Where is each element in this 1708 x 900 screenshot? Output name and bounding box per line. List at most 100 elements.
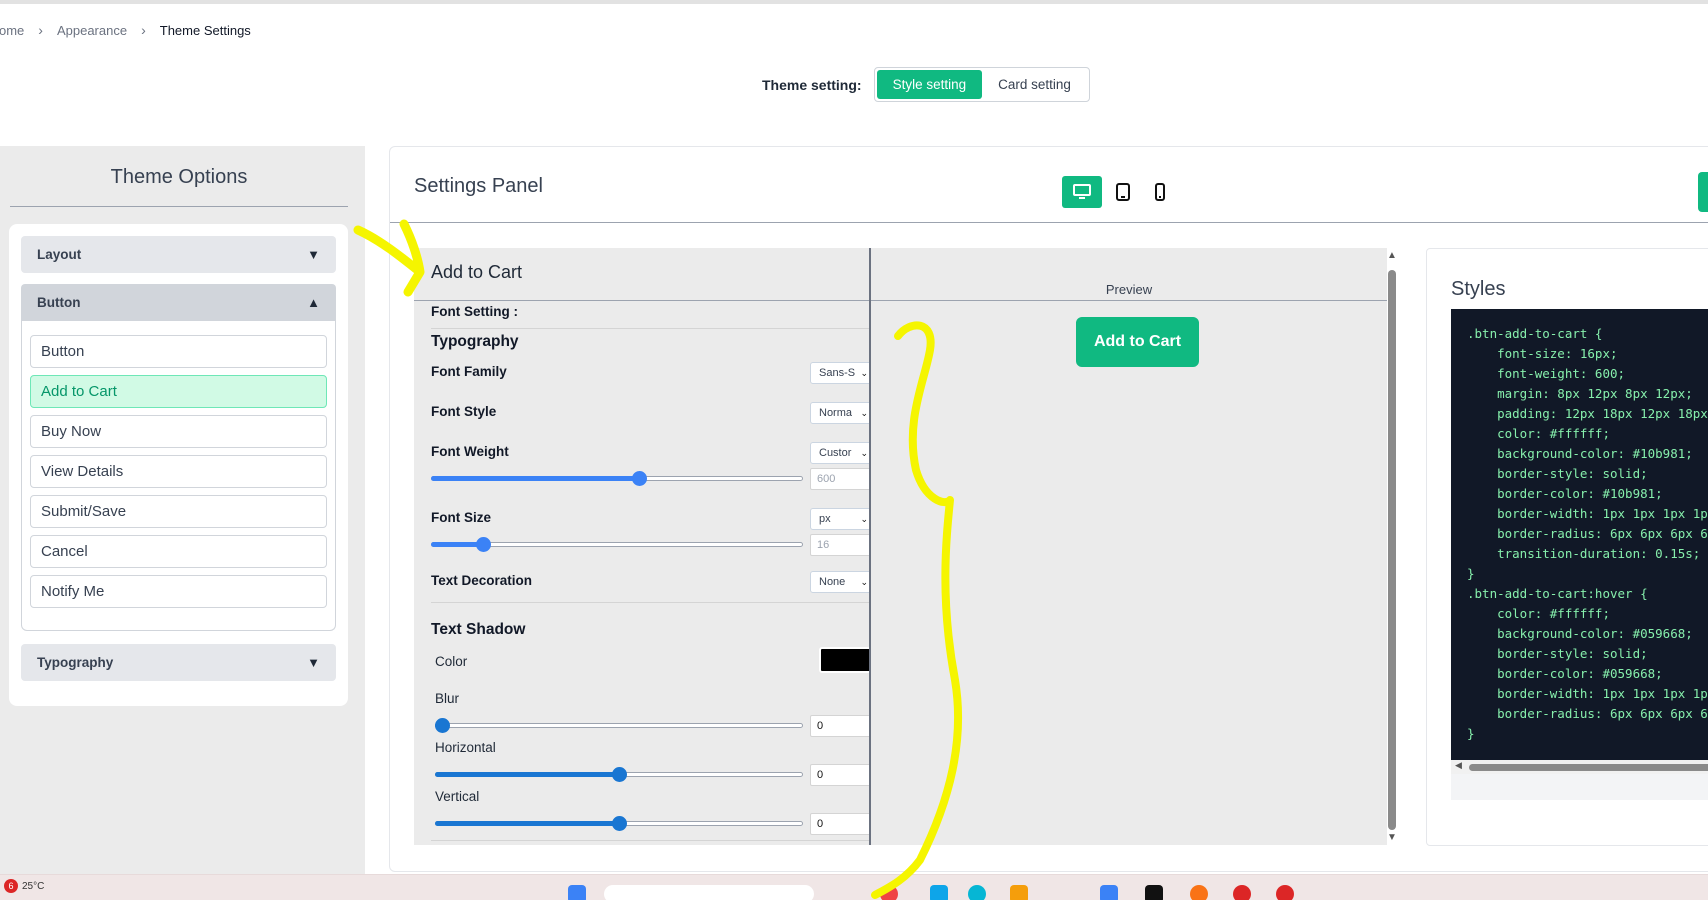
font-family-value: Sans-S — [819, 367, 856, 379]
list-item-buy-now[interactable]: Buy Now — [30, 415, 327, 448]
button-list: Button Add to Cart Buy Now View Details … — [21, 321, 336, 631]
weather-widget[interactable]: 6 25°C — [4, 879, 44, 893]
save-button-edge[interactable] — [1698, 172, 1708, 212]
breadcrumb: ome › Appearance › Theme Settings — [0, 20, 251, 40]
font-weight-input[interactable]: 600 — [810, 468, 869, 490]
app-icon[interactable] — [968, 885, 986, 900]
font-size-unit-select[interactable]: px ⌄ — [810, 508, 869, 530]
preview-label: Preview — [1105, 282, 1153, 297]
horizontal-input[interactable]: 0 — [810, 764, 869, 786]
list-item-add-to-cart[interactable]: Add to Cart — [30, 375, 327, 408]
font-size-input[interactable]: 16 — [810, 534, 869, 556]
app-icon[interactable] — [930, 885, 948, 900]
button-editor: Add to Cart Font Setting : Typography Fo… — [414, 248, 869, 845]
temperature-text: 25°C — [22, 880, 45, 892]
divider — [431, 602, 869, 603]
accordion-typography[interactable]: Typography ▼ — [21, 644, 336, 681]
accordion-label: Typography — [37, 655, 114, 670]
font-size-label: Font Size — [431, 510, 491, 525]
text-decoration-label: Text Decoration — [431, 573, 533, 588]
mobile-icon — [1155, 183, 1165, 201]
app-icon[interactable] — [1233, 885, 1251, 900]
vertical-input[interactable]: 0 — [810, 813, 869, 835]
slider-thumb[interactable] — [435, 718, 450, 733]
chevron-right-icon: › — [38, 22, 43, 38]
scrollbar-thumb[interactable] — [1388, 270, 1396, 830]
accordion-button[interactable]: Button ▲ — [21, 284, 336, 321]
text-decoration-value: None — [819, 576, 846, 588]
list-item-view-details[interactable]: View Details — [30, 455, 327, 488]
tablet-icon — [1116, 183, 1130, 201]
vertical-scrollbar[interactable]: ▲ ▼ — [1384, 250, 1400, 845]
desktop-view-button[interactable] — [1062, 176, 1102, 208]
font-weight-value: Custor — [819, 447, 852, 459]
shadow-color-label: Color — [435, 654, 468, 669]
caret-up-icon: ▲ — [307, 295, 320, 310]
caret-down-icon: ▼ — [307, 655, 320, 670]
blur-input[interactable]: 0 — [810, 715, 869, 737]
chevron-down-icon: ⌄ — [860, 408, 868, 418]
theme-options-accordion: Layout ▼ Button ▲ Button Add to Cart Buy… — [9, 224, 348, 706]
breadcrumb-home[interactable]: ome — [0, 23, 24, 38]
css-code-block: .btn-add-to-cart { font-size: 16px; font… — [1451, 309, 1708, 760]
divider — [431, 840, 869, 841]
app-icon[interactable] — [1276, 885, 1294, 900]
theme-setting-label: Theme setting: — [762, 76, 862, 93]
accordion-layout[interactable]: Layout ▼ — [21, 236, 336, 273]
vertical-slider[interactable] — [435, 815, 803, 831]
app-icon[interactable] — [880, 885, 898, 900]
list-item-button[interactable]: Button — [30, 335, 327, 368]
font-weight-select[interactable]: Custor ⌄ — [810, 442, 869, 464]
style-setting-tab[interactable]: Style setting — [876, 70, 983, 99]
font-style-select[interactable]: Norma ⌄ — [810, 402, 869, 424]
font-size-unit: px — [819, 513, 831, 525]
slider-thumb[interactable] — [476, 537, 492, 552]
scroll-up-icon[interactable]: ▲ — [1387, 250, 1397, 261]
slider-fill — [431, 476, 640, 481]
list-item-notify-me[interactable]: Notify Me — [30, 575, 327, 608]
font-family-select[interactable]: Sans-S ⌄ — [810, 362, 869, 384]
app-icon[interactable] — [1190, 885, 1208, 900]
calendar-icon[interactable] — [1100, 885, 1118, 900]
slider-thumb[interactable] — [612, 816, 627, 831]
theme-setting-toggle: Style setting Card setting — [873, 67, 1090, 102]
app-icon[interactable] — [1145, 885, 1163, 900]
blur-label: Blur — [435, 691, 460, 706]
mobile-view-button[interactable] — [1140, 176, 1180, 208]
tablet-view-button[interactable] — [1103, 176, 1143, 208]
card-setting-tab[interactable]: Card setting — [982, 70, 1087, 99]
font-setting-label: Font Setting : — [431, 304, 518, 319]
windows-start-icon[interactable] — [568, 885, 586, 900]
chevron-down-icon: ⌄ — [860, 577, 868, 587]
font-size-slider[interactable] — [431, 536, 803, 552]
editor-title: Add to Cart — [431, 262, 523, 282]
breadcrumb-appearance[interactable]: Appearance — [57, 23, 127, 38]
folder-icon[interactable] — [1010, 885, 1028, 900]
typography-heading: Typography — [431, 333, 519, 350]
font-weight-slider[interactable] — [431, 470, 803, 486]
slider-thumb[interactable] — [612, 767, 627, 782]
scroll-down-icon[interactable]: ▼ — [1387, 832, 1397, 843]
breadcrumb-current: Theme Settings — [159, 22, 251, 38]
theme-options-title: Theme Options — [110, 166, 248, 188]
blur-slider[interactable] — [435, 717, 803, 733]
horizontal-slider[interactable] — [435, 766, 803, 782]
shadow-color-picker[interactable] — [819, 647, 869, 673]
list-item-submit-save[interactable]: Submit/Save — [30, 495, 327, 528]
add-to-cart-preview-button[interactable]: Add to Cart — [1076, 317, 1199, 367]
list-item-cancel[interactable]: Cancel — [30, 535, 327, 568]
accordion-label: Button — [37, 295, 81, 310]
text-decoration-select[interactable]: None ⌄ — [810, 571, 869, 593]
search-bar[interactable] — [604, 885, 814, 900]
styles-footer — [1451, 774, 1708, 800]
styles-title: Styles — [1451, 278, 1506, 300]
font-style-value: Norma — [819, 407, 853, 419]
text-shadow-heading: Text Shadow — [431, 621, 526, 638]
divider — [431, 328, 869, 329]
scroll-left-icon[interactable]: ◀ — [1455, 760, 1462, 771]
chevron-right-icon: › — [141, 22, 146, 38]
scrollbar-thumb[interactable] — [1469, 764, 1708, 771]
horizontal-scrollbar[interactable]: ◀ — [1451, 760, 1708, 774]
slider-thumb[interactable] — [632, 471, 648, 486]
vertical-label: Vertical — [435, 789, 480, 804]
